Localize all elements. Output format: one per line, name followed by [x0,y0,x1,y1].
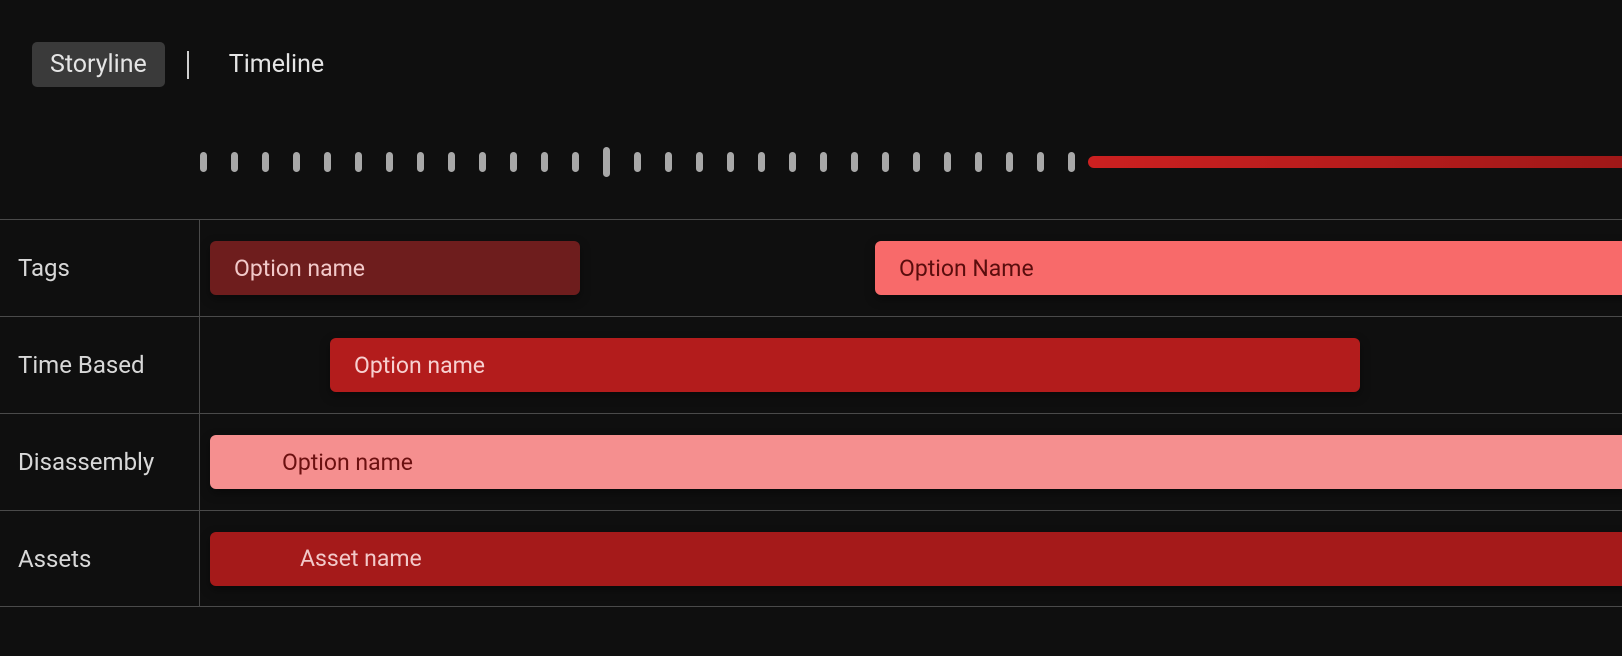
ruler-tick [386,152,393,172]
row-track[interactable]: Option name [200,414,1622,510]
ruler-tick [355,152,362,172]
ruler-tick [820,152,827,172]
row-track[interactable]: Asset name [200,511,1622,606]
ruler-tick [882,152,889,172]
row-label: Tags [0,220,200,316]
ruler-tick [696,152,703,172]
ruler-tick [665,152,672,172]
row-label: Assets [0,511,200,606]
timeline-row: DisassemblyOption name [0,413,1622,510]
row-label: Disassembly [0,414,200,510]
ruler-tick [479,152,486,172]
ruler-tick [603,147,610,177]
row-label: Time Based [0,317,200,413]
ruler-tick [231,152,238,172]
ruler-tick [1006,152,1013,172]
timeline-row: TagsOption name Option Name [0,219,1622,316]
timeline-clip[interactable]: Option name [210,241,580,295]
ruler-tick [634,152,641,172]
ruler-tick [448,152,455,172]
timeline-clip[interactable]: Asset name [210,532,1622,586]
timeline-row: Time Based Option name [0,316,1622,413]
row-track[interactable]: Option name [200,317,1622,413]
timeline-clip[interactable]: Option name [210,435,1622,489]
ruler-tick [510,152,517,172]
ruler-tick [789,152,796,172]
tab-timeline[interactable]: Timeline [211,42,342,87]
ruler-tick [200,152,207,172]
timeline-clip[interactable]: Option Name [875,241,1622,295]
tab-bar: Storyline Timeline [0,0,1622,87]
ruler-tick [913,152,920,172]
ruler-tick [727,152,734,172]
ruler-tick [1037,152,1044,172]
tab-storyline[interactable]: Storyline [32,42,165,87]
ruler-tick [293,152,300,172]
ruler-tick [324,152,331,172]
ruler-tick [417,152,424,172]
ruler-tick [758,152,765,172]
timeline-rows: TagsOption nameOption NameTime BasedOpti… [0,219,1622,607]
ruler-tick [541,152,548,172]
ruler-fill[interactable] [1088,156,1622,168]
timeline-clip[interactable]: Option name [330,338,1360,392]
ruler-tick [851,152,858,172]
ruler-tick [572,152,579,172]
tab-divider [187,51,189,79]
ruler-tick [944,152,951,172]
timeline-row: AssetsAsset name [0,510,1622,607]
ruler-tick [262,152,269,172]
timeline-ruler[interactable] [0,147,1622,177]
ruler-tick [1068,152,1075,172]
row-track[interactable]: Option name Option Name [200,220,1622,316]
ruler-tick [975,152,982,172]
